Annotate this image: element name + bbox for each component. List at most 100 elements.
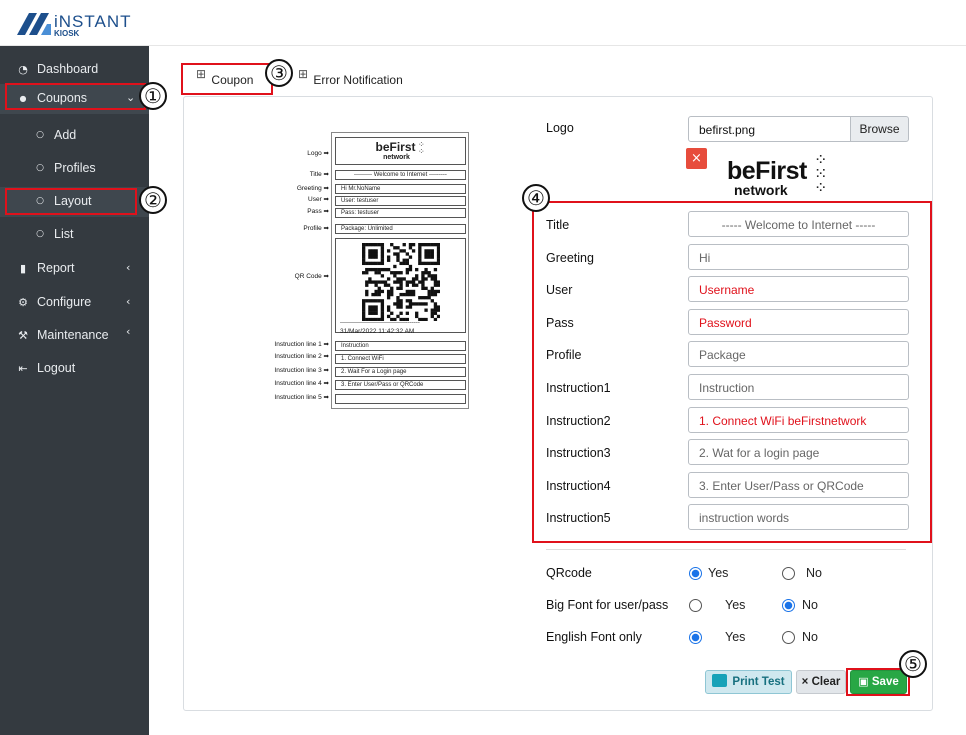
sidebar-item-dashboard[interactable]: ◔ Dashboard [0, 55, 149, 85]
browse-button[interactable]: Browse [850, 116, 909, 142]
print-test-label: Print Test [732, 676, 785, 688]
highlight-fields [532, 201, 932, 543]
preview-label-user: User ➡ [308, 196, 329, 203]
preview-label-i1: Instruction line 1 ➡ [274, 341, 329, 348]
logout-icon: ⇤ [18, 362, 28, 375]
sidebar-item-add[interactable]: ○ Add [0, 121, 149, 151]
preview-label-i3: Instruction line 3 ➡ [274, 367, 329, 374]
sidebar-item-label: Logout [37, 361, 76, 375]
sidebar-item-configure[interactable]: ⚙ Configure ‹ [0, 288, 149, 318]
preview-i5 [335, 394, 466, 404]
sidebar: ◔ Dashboard ● Coupons ⌄ ○ Add ○ Profiles… [0, 46, 149, 735]
gear-icon: ⚙ [18, 296, 28, 309]
qrcode-yes-radio[interactable] [689, 567, 702, 580]
english-font-yes-label: Yes [725, 630, 746, 644]
qrcode-label: QRcode [546, 566, 592, 580]
marker-2: ② [139, 186, 167, 214]
qr-code-icon [362, 243, 440, 321]
preview-logo-dots-icon: ⁘ ⁘ [418, 140, 425, 156]
logo-preview-sub: network [734, 182, 788, 198]
preview-i1: Instruction [335, 341, 466, 351]
chevron-left-icon: ‹ [126, 295, 131, 308]
top-bar: iNSTANT KIOSK [0, 0, 966, 46]
logo-dots-icon: ⁘ ⁙ ⁘ [814, 150, 828, 197]
print-test-button[interactable]: Print Test [705, 670, 792, 694]
preview-label-i2: Instruction line 2 ➡ [274, 353, 329, 360]
coupon-preview: beFirst network ⁘ ⁘ --------- Welcome to … [331, 132, 469, 409]
circle-icon: ○ [36, 163, 44, 173]
chevron-left-icon: ‹ [126, 261, 131, 274]
sidebar-item-label: Dashboard [37, 62, 99, 76]
brand-logo[interactable]: iNSTANT KIOSK [17, 11, 131, 41]
sidebar-item-profiles[interactable]: ○ Profiles [0, 154, 149, 184]
sidebar-item-logout[interactable]: ⇤ Logout [0, 354, 149, 384]
circle-icon: ○ [36, 130, 44, 140]
dashboard-icon: ◔ [18, 63, 28, 76]
preview-label-logo: Logo ➡ [307, 150, 329, 157]
brand-logo-icon [17, 13, 51, 35]
preview-date: 31/Mar/2022 11:42:32 AM [340, 328, 415, 335]
qrcode-no-radio[interactable] [782, 567, 795, 580]
preview-label-pass: Pass ➡ [307, 208, 329, 215]
tab-error-notification-label: Error Notification [313, 73, 403, 87]
english-font-no-radio[interactable] [782, 631, 795, 644]
chevron-left-icon: ‹ [126, 325, 131, 338]
preview-profile: Package: Unlimited [335, 224, 466, 234]
wrench-icon: ⚒ [18, 329, 28, 342]
preview-qr-box [335, 238, 466, 333]
divider [546, 549, 906, 550]
bigfont-no-radio[interactable] [782, 599, 795, 612]
preview-user: User: testuser [335, 196, 466, 206]
printer-icon [712, 674, 728, 688]
tab-error-notification[interactable]: ⊞ Error Notification [298, 67, 403, 95]
bigfont-yes-label: Yes [725, 598, 746, 612]
marker-3: ③ [265, 59, 293, 87]
english-font-no-label: No [802, 630, 818, 644]
preview-logo-text: beFirst [375, 140, 416, 154]
logo-preview: beFirst network ⁘ ⁙ ⁘ [722, 152, 852, 199]
preview-i4: 3. Enter User/Pass or QRCode [335, 380, 466, 390]
brand-sub: KIOSK [54, 29, 80, 38]
preview-title: --------- Welcome to Internet --------- [335, 170, 466, 180]
bigfont-label: Big Font for user/pass [546, 598, 669, 612]
sidebar-item-maintenance[interactable]: ⚒ Maintenance ‹ [0, 321, 149, 351]
preview-label-title: Title ➡ [309, 171, 329, 178]
preview-label-profile: Profile ➡ [303, 225, 329, 232]
preview-label-i5: Instruction line 5 ➡ [274, 394, 329, 401]
preview-i3: 2. Wait For a Login page [335, 367, 466, 377]
marker-4: ④ [522, 184, 550, 212]
highlight-save [846, 668, 910, 696]
qrcode-no-label: No [806, 566, 822, 580]
english-font-yes-radio[interactable] [689, 631, 702, 644]
sidebar-item-label: Maintenance [37, 328, 109, 342]
bigfont-no-label: No [802, 598, 818, 612]
english-font-label: English Font only [546, 630, 642, 644]
preview-label-qr: QR Code ➡ [294, 273, 329, 280]
highlight-coupons [5, 83, 146, 110]
preview-label-greeting: Greeting ➡ [296, 185, 329, 192]
preview-pass: Pass: testuser [335, 208, 466, 218]
sidebar-item-list[interactable]: ○ List [0, 220, 149, 250]
sidebar-item-label: Add [54, 128, 77, 142]
highlight-coupon-tab [181, 63, 273, 95]
marker-5: ⑤ [899, 650, 927, 678]
marker-1: ① [139, 82, 167, 110]
circle-icon: ○ [36, 229, 44, 239]
preview-logo-sub: network [383, 154, 410, 161]
preview-dashes: ---------------------------------------- [340, 320, 420, 326]
bigfont-yes-radio[interactable] [689, 599, 702, 612]
preview-i2: 1. Connect WiFi [335, 354, 466, 364]
grid-icon: ⊞ [298, 67, 309, 81]
preview-greeting: Hi Mr.NoName [335, 184, 466, 194]
highlight-layout [5, 188, 137, 215]
logo-file-input[interactable]: befirst.png [688, 116, 851, 142]
sidebar-item-label: List [54, 227, 74, 241]
clear-button[interactable]: × Clear [796, 670, 846, 694]
sidebar-item-label: Report [37, 261, 75, 275]
remove-logo-button[interactable]: × [686, 148, 707, 169]
preview-logo: beFirst network ⁘ ⁘ [335, 137, 466, 165]
chart-icon: ▮ [19, 262, 27, 275]
sidebar-item-report[interactable]: ▮ Report ‹ [0, 254, 149, 284]
logo-label: Logo [546, 121, 574, 135]
qrcode-yes-label: Yes [708, 566, 729, 580]
